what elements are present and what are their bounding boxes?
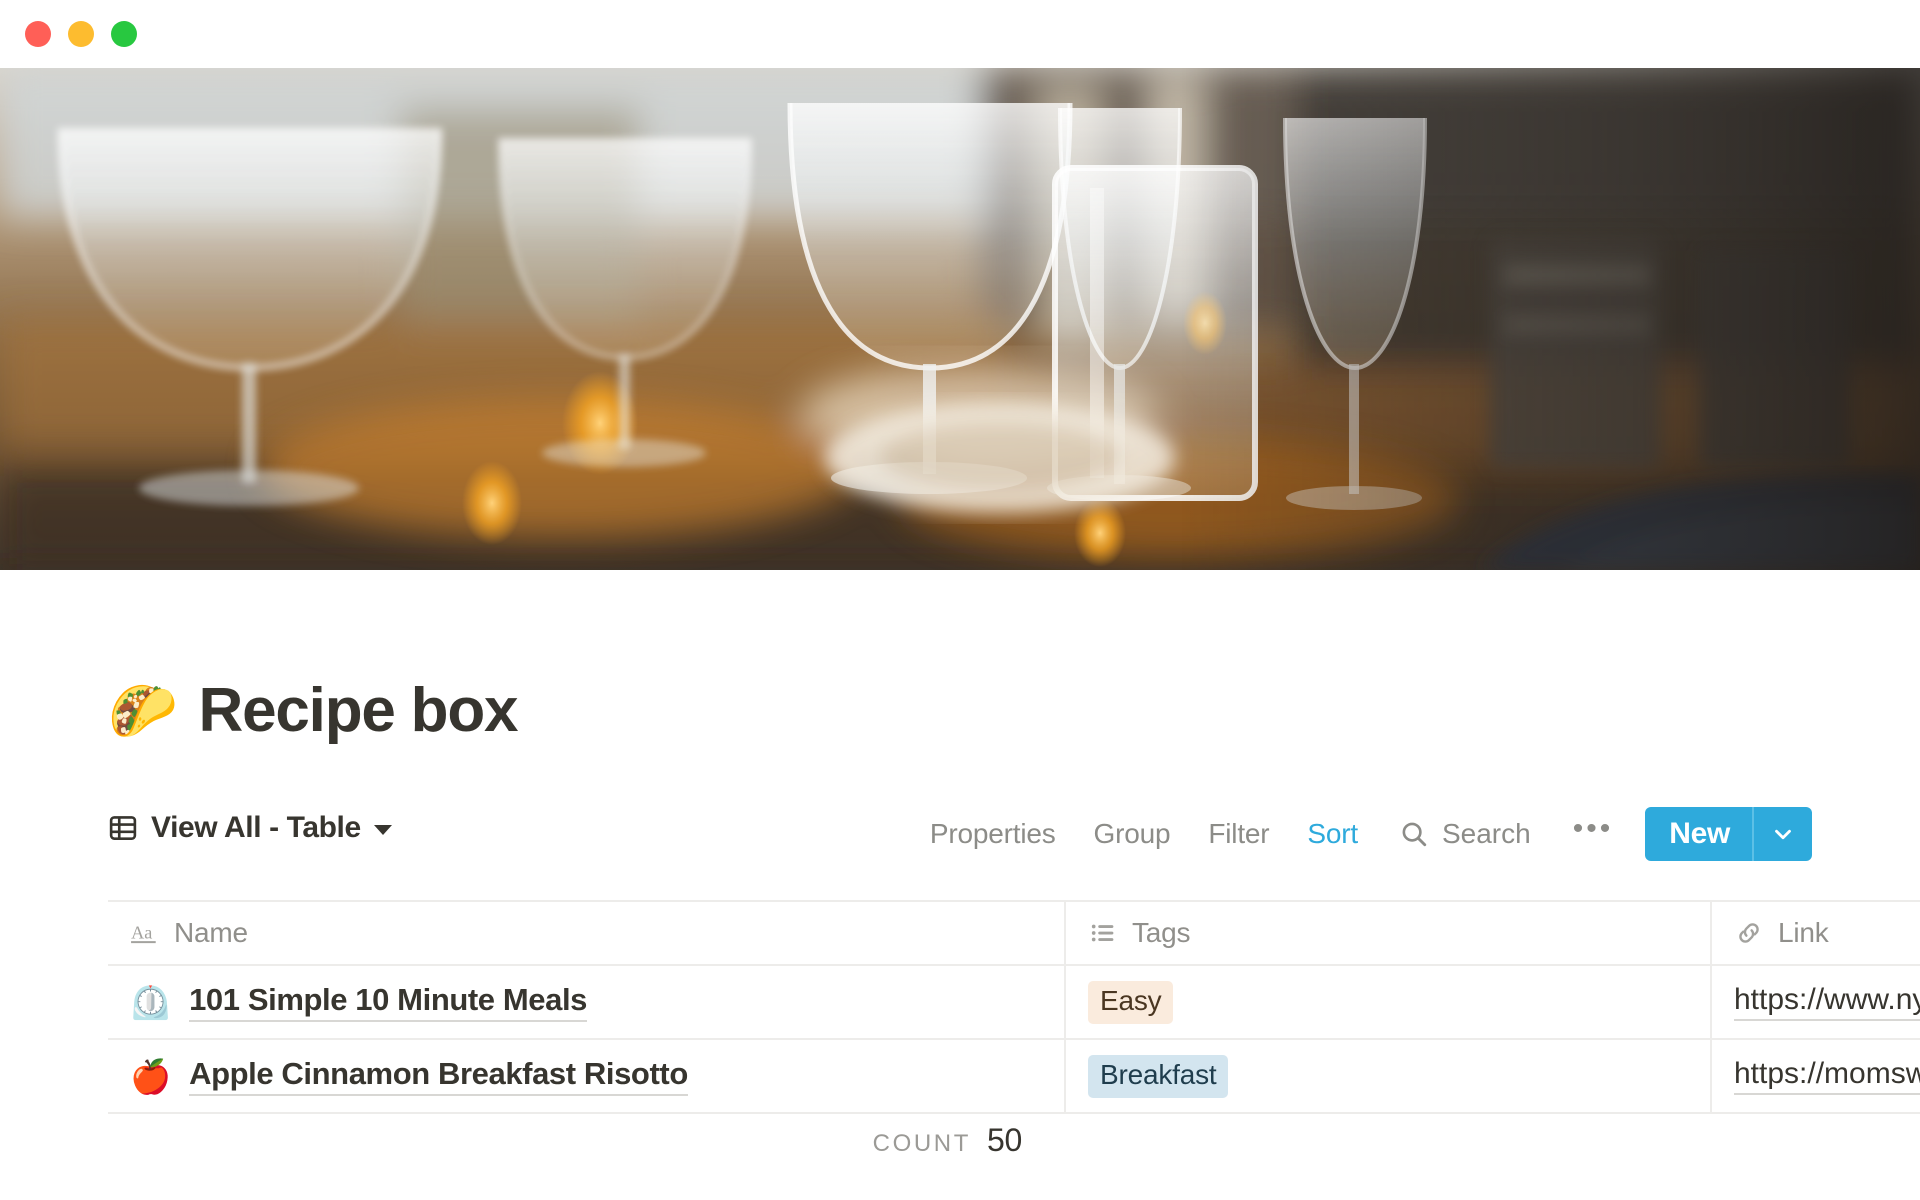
multi-select-list-icon [1091,924,1114,942]
cover-image-art [0,68,1920,570]
row-title-link[interactable]: 101 Simple 10 Minute Meals [189,982,587,1022]
window-titlebar [0,0,1920,68]
table-footer-count[interactable]: Count 50 [108,1122,1812,1159]
minimize-button[interactable] [68,21,94,47]
cell-name[interactable]: ⏲️ 101 Simple 10 Minute Meals [108,966,1064,1038]
page-icon-emoji[interactable]: 🌮 [108,682,178,739]
tag-pill[interactable]: Breakfast [1088,1054,1229,1098]
cell-name[interactable]: 🍎 Apple Cinnamon Breakfast Risotto [108,1040,1064,1112]
row-url-link[interactable]: https://www.ny [1734,983,1920,1021]
chevron-down-icon [1775,829,1791,840]
traffic-light-group [25,21,137,47]
table-header-row: Aa Name Tags Link [108,900,1920,966]
row-url-link[interactable]: https://momsw [1734,1057,1920,1095]
link-icon [1739,923,1759,943]
count-label: Count [872,1130,971,1157]
column-header-tags[interactable]: Tags [1064,902,1710,964]
group-button[interactable]: Group [1075,818,1190,850]
filter-button[interactable]: Filter [1189,818,1288,850]
column-header-tags-label: Tags [1132,917,1191,948]
page-title[interactable]: 🌮 Recipe box [108,675,519,746]
more-options-button[interactable]: ••• [1549,814,1638,854]
count-value: 50 [987,1122,1022,1158]
table-icon [109,816,137,840]
row-icon-emoji: 🍎 [130,1057,172,1095]
table-row[interactable]: 🍎 Apple Cinnamon Breakfast Risotto Break… [108,1040,1920,1114]
page-title-text: Recipe box [198,676,519,745]
database-table: Aa Name Tags Link ⏲️ 101 Simple 10 Minut… [108,900,1920,1114]
tag-pill[interactable]: Easy [1088,980,1174,1024]
cell-tags[interactable]: Breakfast [1064,1040,1710,1112]
search-icon [1402,822,1427,847]
view-selector[interactable]: View All - Table [108,811,392,845]
search-button[interactable]: Search [1377,818,1549,850]
properties-button[interactable]: Properties [911,818,1075,850]
toolbar-actions: Properties Group Filter Sort Search ••• … [911,807,1812,861]
column-header-link-label: Link [1778,917,1829,948]
view-name: View All - Table [151,811,361,844]
maximize-button[interactable] [111,21,137,47]
svg-text:Aa: Aa [131,922,152,942]
new-button[interactable]: New [1645,807,1752,861]
database-toolbar: View All - Table Properties Group Filter… [108,807,1812,869]
cell-tags[interactable]: Easy [1064,966,1710,1038]
table-row[interactable]: ⏲️ 101 Simple 10 Minute Meals Easy https… [108,966,1920,1040]
close-button[interactable] [25,21,51,47]
title-text-icon: Aa [131,922,156,944]
row-title-link[interactable]: Apple Cinnamon Breakfast Risotto [189,1056,688,1096]
cover-image[interactable] [0,68,1920,570]
column-header-name-label: Name [174,917,248,948]
search-label: Search [1441,818,1531,849]
new-button-group: New [1645,807,1812,861]
row-icon-emoji: ⏲️ [130,983,172,1021]
column-header-link[interactable]: Link [1710,902,1920,964]
sort-button[interactable]: Sort [1288,818,1377,850]
cell-link[interactable]: https://momsw [1710,1040,1920,1112]
column-header-name[interactable]: Aa Name [108,902,1064,964]
cell-link[interactable]: https://www.ny [1710,966,1920,1038]
new-options-button[interactable] [1752,807,1812,861]
page-body: 🌮 Recipe box View All - Table Properties… [0,570,1920,1200]
chevron-down-icon[interactable] [373,825,392,835]
